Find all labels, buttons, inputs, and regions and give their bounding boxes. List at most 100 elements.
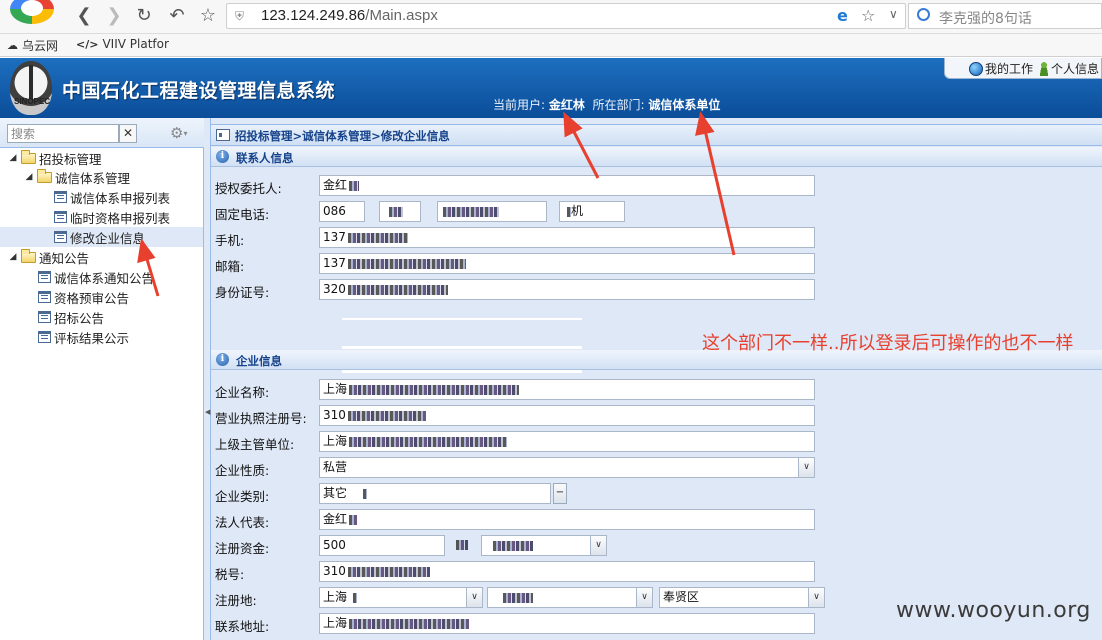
shield-icon: ⛨ [235, 9, 245, 23]
bookmark-viiv[interactable]: </> VIIV Platfor [76, 37, 169, 51]
browser-logo-icon[interactable] [10, 0, 54, 24]
tree-node-bidding[interactable]: ◢ 招投标管理 [8, 148, 102, 168]
mobile-input[interactable]: 137 [319, 227, 815, 248]
user-info: 当前用户: 金红林 所在部门: 诚信体系单位 [493, 98, 721, 112]
reg-city-select[interactable]: ∨ [487, 587, 653, 608]
authorized-label: 授权委托人: [215, 181, 282, 196]
document-icon [54, 211, 67, 223]
clear-search-button[interactable]: ✕ [119, 124, 137, 143]
currency-select[interactable]: ∨ [481, 535, 607, 556]
nav-search-bar: ✕ ⚙▾ [0, 118, 204, 148]
search-icon [917, 8, 930, 21]
browser-toolbar: ❮ ❯ ↻ ↶ ☆ ⛨ 123.124.249.86/Main.aspx e ☆… [0, 0, 1102, 34]
left-nav-panel: ✕ ⚙▾ ◢招投标管理 ◢诚信体系管理 诚信体系申报列表 临时资格申报列表 修改… [0, 118, 204, 640]
document-icon [54, 191, 67, 203]
document-icon [38, 331, 51, 343]
code-icon: </> [76, 37, 99, 51]
document-icon [54, 231, 67, 243]
document-icon [38, 271, 51, 283]
window-icon [216, 129, 230, 141]
bookmark-wooyun[interactable]: ☁ 乌云网 [7, 37, 58, 54]
bookmarks-bar: ☁ 乌云网 </> VIIV Platfor [0, 34, 1102, 57]
phone-number-input[interactable] [437, 201, 547, 222]
tree-node-integrity[interactable]: ◢ 诚信体系管理 [24, 167, 130, 187]
company-name-input[interactable]: 上海 [319, 379, 815, 400]
capital-input[interactable]: 500 [319, 535, 445, 556]
tree-node-prequal[interactable]: 资格预审公告 [38, 287, 129, 307]
tree-node-integrity-notice[interactable]: 诚信体系通知公告 [38, 267, 154, 287]
redaction-mark [342, 370, 582, 373]
redaction-mark [342, 318, 582, 320]
parent-unit-input[interactable]: 上海 [319, 431, 815, 452]
chevron-down-icon: ∨ [466, 588, 482, 607]
contact-section-header[interactable]: i 联系人信息 [211, 147, 1102, 167]
folder-icon [21, 248, 36, 263]
back-icon[interactable]: ❮ [72, 5, 96, 27]
reg-province-select[interactable]: 上海 ∨ [319, 587, 483, 608]
browser-search-box[interactable]: 李克强的8句话 [908, 3, 1102, 29]
address-input[interactable]: 上海 [319, 613, 815, 634]
expand-icon: ◢ [25, 172, 33, 182]
star-icon[interactable]: ☆ [196, 5, 220, 27]
my-work-link[interactable]: 我的工作 [969, 60, 1033, 77]
capital-unit [451, 535, 479, 556]
capital-label: 注册资金: [215, 541, 270, 556]
legal-rep-input[interactable]: 金红 [319, 509, 815, 530]
chevron-down-icon[interactable]: ∨ [889, 7, 898, 21]
email-input[interactable]: 137 [319, 253, 815, 274]
watermark: www.wooyun.org [896, 598, 1091, 623]
redaction-mark [342, 346, 582, 349]
expand-icon: ◢ [9, 252, 17, 262]
legal-rep-label: 法人代表: [215, 515, 270, 530]
tree-node-notices[interactable]: ◢ 通知公告 [8, 247, 89, 267]
gear-icon[interactable]: ⚙▾ [170, 124, 187, 142]
folder-icon [21, 149, 36, 164]
phone-area-input[interactable]: 086 [319, 201, 365, 222]
authorized-input[interactable]: 金红 [319, 175, 815, 196]
undo-icon[interactable]: ↶ [165, 5, 189, 27]
phone-code-input[interactable] [379, 201, 421, 222]
tree-node-tender[interactable]: 招标公告 [38, 307, 104, 327]
email-label: 邮箱: [215, 259, 245, 274]
phone-label: 固定电话: [215, 207, 270, 222]
annotation-text: 这个部门不一样..所以登录后可操作的也不一样 [702, 333, 1074, 354]
parent-unit-label: 上级主管单位: [215, 437, 295, 452]
person-icon [1039, 61, 1049, 76]
address-label: 联系地址: [215, 619, 270, 634]
folder-icon [37, 168, 52, 183]
document-icon [38, 291, 51, 303]
wooyun-icon: ☁ [7, 39, 18, 52]
tax-number-input[interactable]: 310 [319, 561, 815, 582]
breadcrumb: 招投标管理>诚信体系管理>修改企业信息 [211, 124, 1102, 146]
category-picker-button[interactable]: − [553, 483, 567, 504]
forward-icon[interactable]: ❯ [102, 5, 126, 27]
category-input[interactable]: 其它 [319, 483, 551, 504]
tree-node-integrity-list[interactable]: 诚信体系申报列表 [54, 187, 170, 207]
reg-place-label: 注册地: [215, 593, 257, 608]
favorite-icon[interactable]: ☆ [861, 6, 875, 25]
nature-label: 企业性质: [215, 463, 270, 478]
nature-select[interactable]: 私营 ∨ [319, 457, 815, 478]
ie-icon[interactable]: e [837, 6, 848, 25]
phone-ext-input[interactable]: 机 [559, 201, 625, 222]
chevron-down-icon: ∨ [590, 536, 606, 555]
reg-district-select[interactable]: 奉贤区 ∨ [659, 587, 825, 608]
panel-splitter[interactable]: ◀ [204, 118, 211, 640]
refresh-icon[interactable]: ↻ [132, 5, 156, 27]
company-name-label: 企业名称: [215, 385, 270, 400]
collapse-arrow-icon[interactable]: ◀ [205, 408, 210, 416]
current-user: 金红林 [548, 98, 585, 112]
license-input[interactable]: 310 [319, 405, 815, 426]
id-number-input[interactable]: 320 [319, 279, 815, 300]
tree-node-temp-list[interactable]: 临时资格申报列表 [54, 207, 170, 227]
tree-node-results[interactable]: 评标结果公示 [38, 327, 129, 347]
sinopec-logo: SINOPEC [10, 61, 52, 115]
nav-search-input[interactable] [7, 124, 119, 143]
personal-info-link[interactable]: 个人信息 [1039, 60, 1099, 77]
category-label: 企业类别: [215, 489, 270, 504]
tree-node-edit-company[interactable]: 修改企业信息 [0, 227, 203, 247]
id-number-label: 身份证号: [215, 285, 270, 300]
app-header: SINOPEC 中国石化工程建设管理信息系统 当前用户: 金红林 所在部门: 诚… [0, 58, 1102, 118]
url-text: 123.124.249.86/Main.aspx [261, 7, 438, 24]
address-bar[interactable]: ⛨ 123.124.249.86/Main.aspx e ☆ ∨ [226, 3, 906, 29]
